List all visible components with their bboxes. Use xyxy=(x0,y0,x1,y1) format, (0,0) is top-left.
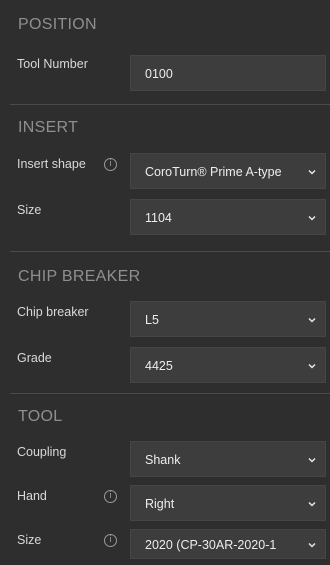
chip-breaker-select[interactable]: L5 xyxy=(130,301,326,337)
tool-size-value: 2020 (CP-30AR-2020-1 xyxy=(145,538,277,552)
chevron-down-icon xyxy=(308,317,316,323)
insert-shape-select[interactable]: CoroTurn® Prime A-type xyxy=(130,153,326,189)
insert-shape-label: Insert shape xyxy=(17,157,86,171)
chevron-down-icon xyxy=(308,363,316,369)
insert-size-label: Size xyxy=(17,203,42,217)
coupling-value: Shank xyxy=(145,453,181,467)
info-icon[interactable]: i xyxy=(104,534,117,547)
section-title-insert: INSERT xyxy=(18,119,79,136)
tool-number-input[interactable]: 0100 xyxy=(130,55,326,91)
tool-number-value: 0100 xyxy=(145,67,173,81)
coupling-label: Coupling xyxy=(17,445,67,459)
hand-row: Hand i Right xyxy=(0,485,330,521)
section-title-tool: TOOL xyxy=(18,408,63,425)
section-divider xyxy=(10,393,330,394)
tool-size-label: Size xyxy=(17,533,42,547)
grade-label: Grade xyxy=(17,351,52,365)
chevron-down-icon xyxy=(308,457,316,463)
section-divider xyxy=(10,251,330,252)
info-icon[interactable]: i xyxy=(104,490,117,503)
tool-config-panel: POSITION Tool Number 0100 INSERT Insert … xyxy=(0,0,330,559)
chevron-down-icon xyxy=(308,501,316,507)
insert-size-row: Size 1104 xyxy=(0,199,330,235)
grade-select[interactable]: 4425 xyxy=(130,347,326,383)
tool-size-select[interactable]: 2020 (CP-30AR-2020-1 xyxy=(130,529,326,559)
chip-breaker-label: Chip breaker xyxy=(17,305,89,319)
grade-value: 4425 xyxy=(145,359,173,373)
hand-select[interactable]: Right xyxy=(130,485,326,521)
hand-value: Right xyxy=(145,497,175,511)
tool-number-row: Tool Number 0100 xyxy=(0,55,330,91)
coupling-select[interactable]: Shank xyxy=(130,441,326,477)
section-title-chip-breaker: CHIP BREAKER xyxy=(18,268,141,285)
chip-breaker-value: L5 xyxy=(145,313,159,327)
tool-size-row: Size i 2020 (CP-30AR-2020-1 xyxy=(0,529,330,565)
insert-shape-row: Insert shape i CoroTurn® Prime A-type xyxy=(0,153,330,189)
insert-size-select[interactable]: 1104 xyxy=(130,199,326,235)
info-icon[interactable]: i xyxy=(104,158,117,171)
coupling-row: Coupling Shank xyxy=(0,441,330,477)
grade-row: Grade 4425 xyxy=(0,347,330,383)
chevron-down-icon xyxy=(308,169,316,175)
tool-number-label: Tool Number xyxy=(17,57,88,71)
section-title-position: POSITION xyxy=(18,16,97,33)
insert-size-value: 1104 xyxy=(145,211,172,225)
chevron-down-icon xyxy=(308,215,316,221)
chevron-down-icon xyxy=(308,542,316,548)
insert-shape-value: CoroTurn® Prime A-type xyxy=(145,165,282,179)
hand-label: Hand xyxy=(17,489,47,503)
section-divider xyxy=(10,104,330,105)
chip-breaker-row: Chip breaker L5 xyxy=(0,301,330,337)
